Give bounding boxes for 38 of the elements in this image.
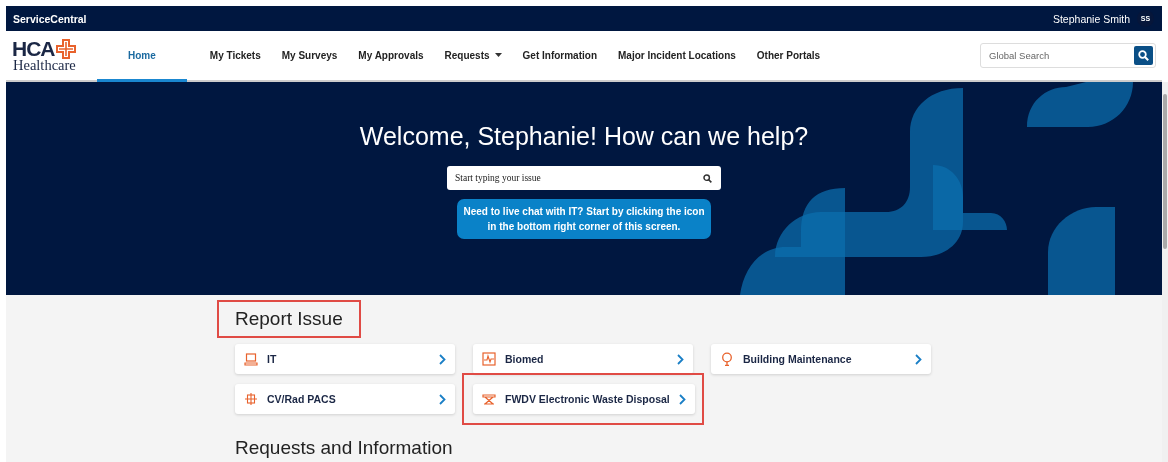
nav-tab[interactable]: Get Information	[514, 31, 605, 82]
category-card[interactable]: Biomed	[473, 344, 693, 374]
nav-tab[interactable]: My Approvals	[350, 31, 432, 82]
scrollbar[interactable]	[1162, 82, 1168, 462]
category-card[interactable]: IT	[235, 344, 455, 374]
chevron-right-icon	[677, 353, 684, 365]
search-field[interactable]: Global Search	[980, 43, 1156, 68]
nav-tab[interactable]: Requests	[436, 31, 510, 82]
search-icon	[1138, 50, 1149, 61]
logo-subtitle: Healthcare	[13, 58, 77, 72]
welcome-heading: Welcome, Stephanie! How can we help?	[359, 121, 809, 152]
nav-tab[interactable]: Major Incident Locations	[610, 31, 744, 82]
cross-icon	[55, 38, 76, 59]
brand-name[interactable]: ServiceCentral	[13, 12, 87, 25]
live-chat-notice: Need to live chat with IT? Start by clicking the icon in the bottom right corner of this screen.	[457, 199, 711, 239]
nav-tab[interactable]: Other Portals	[748, 31, 829, 82]
user-name[interactable]: Stephanie Smith	[1052, 12, 1130, 25]
chevron-right-icon	[439, 393, 446, 405]
section-heading: Report Issue	[217, 300, 361, 338]
category-card[interactable]: CV/Rad PACS	[235, 384, 455, 414]
chevron-right-icon	[678, 393, 686, 405]
nav-tab[interactable]: My Surveys	[273, 31, 346, 82]
chevron-right-icon	[439, 353, 446, 365]
category-icon	[482, 392, 496, 406]
category-icon	[244, 352, 258, 366]
section-heading: Requests and Information	[234, 436, 454, 460]
search-icon	[703, 174, 712, 183]
scrollbar-thumb[interactable]	[1163, 94, 1167, 249]
nav-tab[interactable]: My Tickets	[201, 31, 269, 82]
issue-search-field[interactable]: Start typing your issue	[447, 166, 721, 190]
category-card[interactable]: FWDV Electronic Waste Disposal	[473, 384, 695, 414]
search-button[interactable]	[1134, 46, 1153, 65]
chevron-right-icon	[915, 353, 922, 365]
logo-text[interactable]: HCA	[12, 39, 55, 58]
category-card[interactable]: Building Maintenance	[711, 344, 931, 374]
category-icon	[482, 352, 496, 366]
category-icon	[244, 392, 258, 406]
category-icon	[720, 352, 734, 366]
